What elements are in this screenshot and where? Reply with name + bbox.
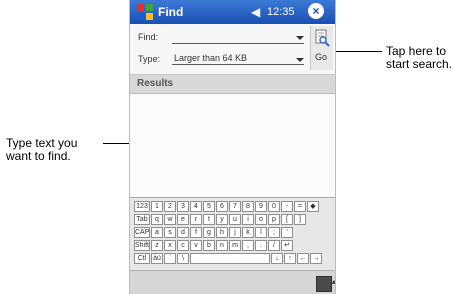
find-dropdown-icon[interactable] — [296, 36, 304, 40]
key[interactable]: l — [255, 227, 267, 238]
keyboard-row-5: Ctl áü ` \ ↓ ↑ ← → — [134, 253, 323, 264]
results-label: Results — [137, 78, 174, 89]
app-title: Find — [158, 5, 184, 19]
input-panel-arrow-icon[interactable] — [331, 280, 335, 284]
type-label: Type: — [138, 54, 161, 64]
key[interactable]: s — [164, 227, 176, 238]
key[interactable]: 3 — [177, 201, 189, 212]
key[interactable]: z — [151, 240, 163, 251]
key[interactable]: u — [229, 214, 241, 225]
key[interactable]: ] — [294, 214, 306, 225]
key[interactable]: h — [216, 227, 228, 238]
key[interactable]: . — [255, 240, 267, 251]
key[interactable]: w — [164, 214, 176, 225]
find-input[interactable] — [172, 30, 304, 44]
key[interactable]: - — [281, 201, 293, 212]
keyboard-row-2: Tab q w e r t y u i o p [ ] — [134, 214, 307, 225]
callout-right-pointer — [334, 51, 382, 52]
key[interactable]: j — [229, 227, 241, 238]
close-button[interactable]: × — [308, 3, 324, 19]
key[interactable]: / — [268, 240, 280, 251]
arrow-right-key[interactable]: → — [310, 253, 322, 264]
key[interactable]: 1 — [151, 201, 163, 212]
callout-start-search-line2: start search. — [386, 57, 453, 71]
key[interactable]: g — [203, 227, 215, 238]
key[interactable]: i — [242, 214, 254, 225]
search-document-icon — [315, 29, 330, 47]
key[interactable]: a — [151, 227, 163, 238]
tab-key[interactable]: Tab — [134, 214, 150, 225]
key[interactable]: ' — [281, 227, 293, 238]
key[interactable]: d — [177, 227, 189, 238]
key[interactable]: r — [190, 214, 202, 225]
keyboard-row-3: CAP a s d f g h j k l ; ' — [134, 227, 294, 238]
key[interactable]: m — [229, 240, 241, 251]
go-button[interactable]: Go — [310, 26, 333, 70]
key[interactable]: 123 — [134, 201, 150, 212]
callout-left-pointer — [103, 143, 129, 144]
start-menu-icon[interactable] — [136, 3, 154, 21]
enter-key[interactable]: ↵ — [281, 240, 293, 251]
title-bar: Find ◀ 12:35 × — [130, 0, 335, 24]
key[interactable]: = — [294, 201, 306, 212]
shift-key[interactable]: Shift — [134, 240, 150, 251]
speaker-icon[interactable]: ◀ — [251, 5, 260, 19]
results-header: Results — [130, 75, 335, 94]
key[interactable]: , — [242, 240, 254, 251]
callout-type-text: Type text you want to find. — [6, 137, 77, 163]
keyboard-row-1: 123 1 2 3 4 5 6 7 8 9 0 - = ◆ — [134, 201, 320, 212]
keyboard-icon[interactable] — [316, 276, 332, 292]
key[interactable]: 5 — [203, 201, 215, 212]
soft-keyboard: 123 1 2 3 4 5 6 7 8 9 0 - = ◆ Tab q w e … — [130, 197, 335, 270]
key[interactable]: t — [203, 214, 215, 225]
results-list[interactable] — [130, 94, 335, 197]
callout-type-text-line2: want to find. — [6, 149, 71, 163]
key[interactable]: k — [242, 227, 254, 238]
key[interactable]: e — [177, 214, 189, 225]
key[interactable]: f — [190, 227, 202, 238]
key[interactable]: v — [190, 240, 202, 251]
key[interactable]: áü — [151, 253, 163, 264]
arrow-up-key[interactable]: ↑ — [284, 253, 296, 264]
pocketpc-screen: Find ◀ 12:35 × Find: Type: Larger than 6… — [129, 0, 336, 294]
key[interactable]: ; — [268, 227, 280, 238]
key[interactable]: x — [164, 240, 176, 251]
key[interactable]: b — [203, 240, 215, 251]
callout-start-search: Tap here to start search. — [386, 45, 452, 71]
space-key[interactable] — [190, 253, 270, 264]
key[interactable]: 6 — [216, 201, 228, 212]
go-label: Go — [315, 52, 328, 62]
key[interactable]: c — [177, 240, 189, 251]
caps-lock-key[interactable]: CAP — [134, 227, 150, 238]
clock[interactable]: 12:35 — [267, 6, 295, 18]
key[interactable]: 9 — [255, 201, 267, 212]
find-form: Find: Type: Larger than 64 KB Go — [130, 24, 335, 75]
key[interactable]: q — [151, 214, 163, 225]
key[interactable]: y — [216, 214, 228, 225]
key[interactable]: ` — [164, 253, 176, 264]
key[interactable]: \ — [177, 253, 189, 264]
key[interactable]: 8 — [242, 201, 254, 212]
key[interactable]: o — [255, 214, 267, 225]
key[interactable]: 2 — [164, 201, 176, 212]
bottom-bar — [130, 270, 335, 294]
key[interactable]: p — [268, 214, 280, 225]
key[interactable]: 7 — [229, 201, 241, 212]
arrow-down-key[interactable]: ↓ — [271, 253, 283, 264]
backspace-key[interactable]: ◆ — [307, 201, 319, 212]
ctrl-key[interactable]: Ctl — [134, 253, 150, 264]
type-dropdown-icon[interactable] — [296, 58, 304, 62]
key[interactable]: 0 — [268, 201, 280, 212]
type-select[interactable]: Larger than 64 KB — [172, 51, 304, 65]
key[interactable]: n — [216, 240, 228, 251]
key[interactable]: 4 — [190, 201, 202, 212]
find-label: Find: — [138, 32, 159, 42]
key[interactable]: [ — [281, 214, 293, 225]
arrow-left-key[interactable]: ← — [297, 253, 309, 264]
keyboard-row-4: Shift z x c v b n m , . / ↵ — [134, 240, 294, 251]
